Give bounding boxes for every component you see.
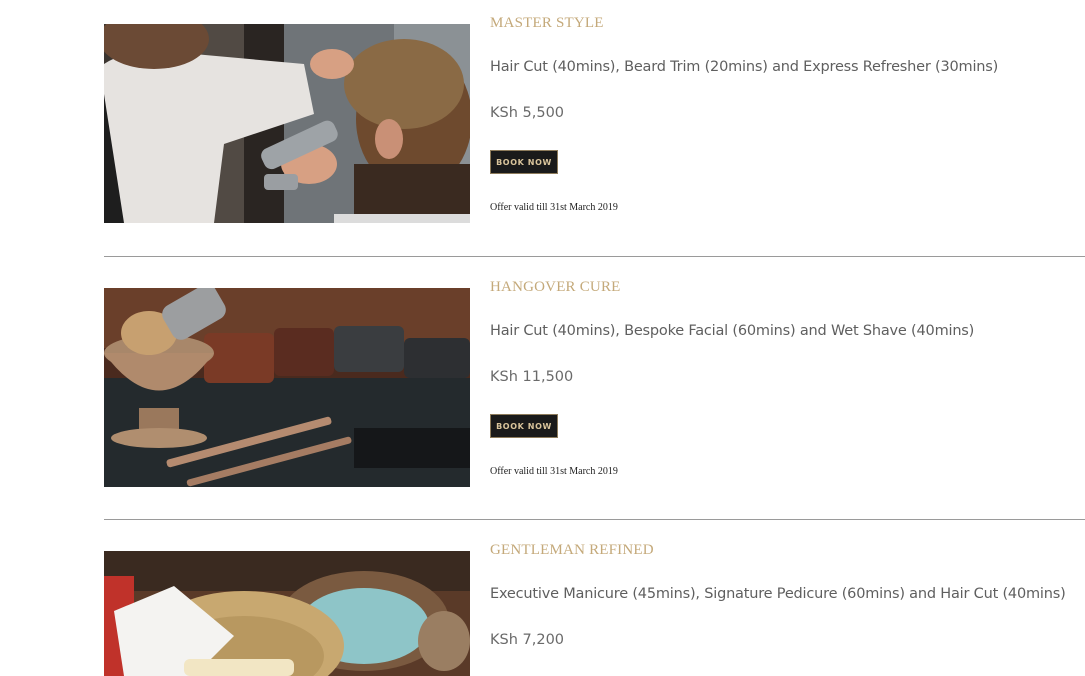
barber-haircut-photo (104, 24, 470, 223)
shaving-tools-photo (104, 288, 470, 487)
divider (104, 519, 1085, 520)
offer-price: KSh 11,500 (490, 369, 574, 385)
offer-description: Executive Manicure (45mins), Signature P… (490, 586, 1066, 602)
offer-title: MASTER STYLE (490, 15, 604, 31)
offer-price: KSh 7,200 (490, 632, 565, 648)
divider (104, 256, 1085, 257)
offer-description: Hair Cut (40mins), Beard Trim (20mins) a… (490, 59, 999, 75)
offer-title: HANGOVER CURE (490, 279, 621, 295)
book-now-button[interactable]: BOOK NOW (490, 414, 558, 438)
manicure-basket-photo (104, 551, 470, 676)
offer-validity: Offer valid till 31st March 2019 (490, 202, 618, 213)
offer-price: KSh 5,500 (490, 105, 565, 121)
offer-description: Hair Cut (40mins), Bespoke Facial (60min… (490, 323, 975, 339)
book-now-button[interactable]: BOOK NOW (490, 150, 558, 174)
offer-validity: Offer valid till 31st March 2019 (490, 466, 618, 477)
offer-title: GENTLEMAN REFINED (490, 542, 654, 558)
